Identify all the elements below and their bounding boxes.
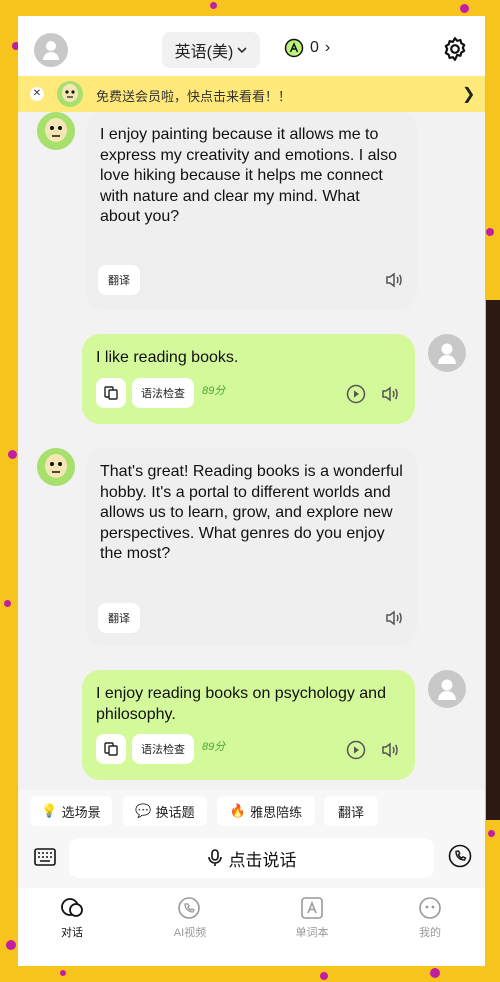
translate-button[interactable]: 翻译 (98, 265, 140, 295)
banner-text: 免费送会员啦，快点击来看看！！ (96, 89, 292, 104)
talk-label: 点击说话 (228, 850, 297, 870)
message-text: I enjoy reading books on psychology and … (96, 685, 386, 723)
ai-message-bubble: That's great! Reading books is a wonderf… (86, 448, 417, 646)
ielts-practice-button[interactable]: 🔥 雅思陪练 (217, 796, 315, 826)
person-icon (438, 343, 456, 364)
tab-label: AI视频 (173, 927, 207, 939)
message-text: I like reading books. (96, 349, 239, 366)
speaker-icon[interactable] (384, 608, 404, 628)
user-message-bubble: I like reading books. 语法检查 89分 (82, 334, 415, 424)
text-copy-icon (104, 742, 118, 756)
chip-label: 翻译 (337, 804, 364, 820)
fire-icon: 🔥 (229, 803, 247, 818)
mascot-icon (57, 81, 83, 107)
tab-label: 单词本 (295, 927, 329, 939)
tab-chat[interactable]: 对话 (32, 896, 112, 940)
user-avatar (428, 334, 466, 372)
background-edge (486, 300, 500, 820)
person-icon (43, 41, 59, 60)
chevron-right-icon: › (324, 39, 331, 56)
scene-button[interactable]: 💡 选场景 (30, 796, 112, 826)
chip-label: 选场景 (61, 804, 101, 820)
points-value: 0 (310, 39, 319, 56)
profile-icon (419, 897, 441, 919)
hold-to-talk-button[interactable]: 点击说话 (69, 838, 434, 878)
message-text: That's great! Reading books is a wonderf… (100, 463, 403, 562)
tab-profile[interactable]: 我的 (390, 896, 470, 940)
vocab-icon (301, 897, 323, 919)
tab-label: 对话 (61, 927, 83, 939)
person-icon (438, 679, 456, 700)
user-message-bubble: I enjoy reading books on psychology and … (82, 670, 415, 780)
user-avatar (428, 670, 466, 708)
ai-avatar (37, 112, 75, 150)
copy-text-button[interactable] (96, 734, 126, 764)
bulb-icon: 💡 (41, 803, 58, 818)
input-bar: 点击说话 (18, 834, 485, 888)
translate-chip[interactable]: 翻译 (324, 796, 378, 826)
ai-avatar (37, 448, 75, 486)
score-badge: 89分 (202, 385, 226, 397)
microphone-icon (207, 849, 222, 866)
play-icon[interactable] (346, 384, 366, 404)
grammar-check-button[interactable]: 语法检查 (132, 378, 194, 408)
user-avatar[interactable] (34, 33, 68, 67)
top-bar: 英语(美) 0 › (18, 16, 485, 76)
promo-banner[interactable]: ✕ 免费送会员啦，快点击来看看！！ ❯ (18, 76, 485, 112)
video-call-icon (178, 897, 200, 919)
close-icon[interactable]: ✕ (30, 87, 44, 101)
bottom-tab-bar: 对话 AI视频 单词本 我的 (18, 888, 485, 966)
chip-label: 换话题 (155, 804, 195, 820)
chat-icon (61, 898, 83, 917)
chevron-right-icon: ❯ (462, 86, 476, 103)
grammar-check-button[interactable]: 语法检查 (132, 734, 194, 764)
speaker-icon[interactable] (384, 270, 404, 290)
copy-text-button[interactable] (96, 378, 126, 408)
chip-label: 雅思陪练 (250, 804, 303, 820)
ai-message-bubble: I enjoy painting because it allows me to… (86, 112, 417, 310)
speaker-icon[interactable] (380, 384, 400, 404)
score-badge: 89分 (202, 741, 226, 753)
tab-label: 我的 (419, 927, 441, 939)
tab-vocab[interactable]: 单词本 (272, 896, 352, 940)
points-counter[interactable]: 0 › (284, 38, 330, 58)
chevron-down-icon (237, 47, 247, 54)
app-window: 英语(美) 0 › ✕ 免费送会员啦，快点击来看看！！ ❯ I enjoy pa… (18, 16, 485, 966)
translate-button[interactable]: 翻译 (98, 603, 140, 633)
gear-icon[interactable] (442, 36, 468, 62)
play-icon[interactable] (346, 740, 366, 760)
change-topic-button[interactable]: 💬 换话题 (123, 796, 207, 826)
message-text: I enjoy painting because it allows me to… (100, 126, 398, 225)
phone-call-icon[interactable] (448, 844, 472, 868)
tab-ai-video[interactable]: AI视频 (150, 896, 230, 940)
language-label: 英语(美) (174, 44, 234, 61)
language-selector[interactable]: 英语(美) (162, 32, 260, 68)
points-icon (284, 38, 304, 58)
text-copy-icon (104, 386, 118, 400)
quick-actions-bar: 💡 选场景 💬 换话题 🔥 雅思陪练 翻译 (18, 790, 485, 834)
keyboard-icon[interactable] (34, 848, 56, 866)
speech-bubble-icon: 💬 (135, 803, 152, 818)
speaker-icon[interactable] (380, 740, 400, 760)
